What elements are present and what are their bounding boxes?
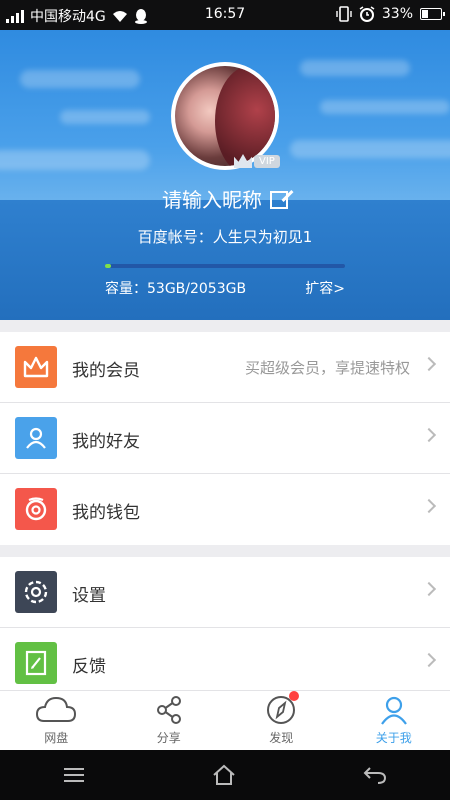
menu-item-promo: 买超级会员，享提速特权: [244, 359, 410, 377]
vip-label: VIP: [254, 154, 280, 168]
notification-dot: [289, 691, 299, 701]
tab-netdisk[interactable]: 网盘: [0, 691, 113, 750]
profile-header: VIP 请输入昵称 百度帐号：人生只为初见1 容量：53GB/2053GB 扩容…: [0, 30, 450, 320]
nickname-text: 请输入昵称: [162, 188, 262, 212]
menu-list: 我的会员 买超级会员，享提速特权 我的好友 我的钱包: [0, 332, 450, 545]
home-icon[interactable]: [212, 764, 236, 786]
tab-about-me[interactable]: 关于我: [338, 691, 450, 750]
gear-icon: [15, 571, 57, 613]
system-nav-bar: [0, 750, 450, 800]
chevron-right-icon: [421, 581, 437, 597]
section-divider: [0, 545, 450, 557]
vip-badge: VIP: [234, 154, 280, 168]
battery-text: 33%: [381, 6, 413, 22]
status-bar: 中国移动4G 16:57 33%: [0, 0, 450, 30]
crown-icon: [15, 346, 57, 388]
share-icon: [156, 696, 181, 724]
alarm-icon: [359, 6, 375, 22]
expand-storage-link[interactable]: 扩容>: [305, 278, 345, 298]
menu-item-label: 我的会员: [72, 361, 140, 381]
feedback-icon: [15, 642, 57, 684]
settings-list: 设置 反馈: [0, 557, 450, 699]
wallet-icon: [15, 488, 57, 530]
storage-progress: [105, 264, 345, 268]
cloud-icon: [36, 696, 77, 722]
nickname[interactable]: 请输入昵称: [0, 184, 450, 213]
chevron-right-icon: [421, 498, 437, 514]
person-icon: [15, 417, 57, 459]
edit-icon[interactable]: [270, 191, 288, 209]
tab-label: 发现: [269, 731, 294, 745]
account-name: 百度帐号：人生只为初见1: [137, 228, 313, 246]
vibrate-icon: [336, 6, 352, 22]
bottom-tab-bar: 网盘 分享 发现 关于我: [0, 690, 450, 750]
menu-item-vip[interactable]: 我的会员 买超级会员，享提速特权: [0, 332, 450, 403]
app-screen: 中国移动4G 16:57 33% VIP 请输入昵称 百度帐号：人生只为初见1: [0, 0, 450, 800]
capacity-text: 容量：53GB/2053GB: [105, 281, 247, 297]
sea-background: [0, 200, 450, 320]
tab-share[interactable]: 分享: [113, 691, 226, 750]
chevron-right-icon: [421, 356, 437, 372]
chevron-right-icon: [421, 652, 437, 668]
person-icon: [380, 696, 407, 725]
menu-item-feedback[interactable]: 反馈: [0, 628, 450, 699]
tab-label: 网盘: [44, 731, 69, 745]
menu-item-settings[interactable]: 设置: [0, 557, 450, 628]
menu-icon[interactable]: [63, 767, 85, 783]
crown-icon: [234, 154, 252, 168]
tab-discover[interactable]: 发现: [225, 691, 338, 750]
menu-item-label: 反馈: [72, 657, 106, 677]
tab-label: 分享: [156, 731, 181, 745]
menu-item-friends[interactable]: 我的好友: [0, 403, 450, 474]
battery-icon: [420, 8, 445, 20]
menu-item-label: 我的好友: [72, 432, 140, 452]
menu-item-label: 设置: [72, 586, 106, 606]
back-icon[interactable]: [363, 766, 387, 784]
menu-item-label: 我的钱包: [72, 503, 140, 523]
tab-label: 关于我: [375, 731, 412, 745]
chevron-right-icon: [421, 427, 437, 443]
menu-item-wallet[interactable]: 我的钱包: [0, 474, 450, 545]
